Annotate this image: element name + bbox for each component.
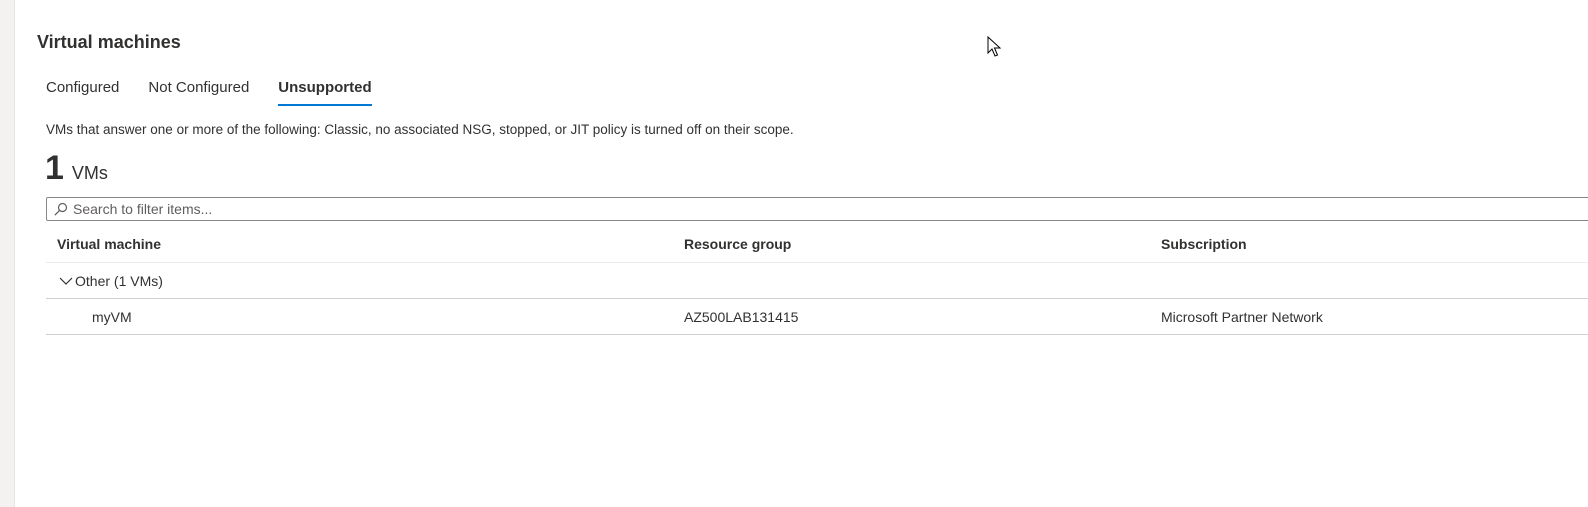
search-icon [53, 201, 69, 217]
vm-count-unit: VMs [71, 163, 108, 183]
left-edge-strip [0, 0, 15, 507]
column-header-virtual-machine[interactable]: Virtual machine [46, 236, 684, 252]
tab-bar: Configured Not Configured Unsupported [46, 78, 401, 106]
chevron-down-icon[interactable] [58, 273, 74, 289]
column-header-resource-group[interactable]: Resource group [684, 236, 1161, 252]
table-header: Virtual machine Resource group Subscript… [46, 226, 1588, 263]
section-title: Virtual machines [37, 32, 181, 52]
table-row[interactable]: myVM AZ500LAB131415 Microsoft Partner Ne… [46, 299, 1588, 335]
vm-count-number: 1 [45, 149, 64, 187]
search-box[interactable] [46, 197, 1588, 221]
column-header-subscription[interactable]: Subscription [1161, 236, 1588, 252]
tab-configured[interactable]: Configured [46, 78, 119, 106]
mouse-cursor-icon [987, 36, 1001, 57]
vm-table: Virtual machine Resource group Subscript… [46, 226, 1588, 335]
cell-subscription: Microsoft Partner Network [1161, 308, 1323, 325]
vm-count: 1 VMs [45, 148, 108, 188]
group-label: Other (1 VMs) [75, 272, 163, 289]
search-input[interactable] [73, 199, 1588, 219]
group-row-other[interactable]: Other (1 VMs) [46, 263, 1588, 299]
cell-virtual-machine[interactable]: myVM [46, 309, 684, 325]
tab-not-configured[interactable]: Not Configured [148, 78, 249, 106]
tab-description: VMs that answer one or more of the follo… [46, 122, 794, 137]
tab-unsupported[interactable]: Unsupported [278, 78, 372, 106]
virtual-machines-panel: Virtual machines Configured Not Configur… [15, 0, 1588, 507]
cell-resource-group: AZ500LAB131415 [684, 308, 799, 325]
